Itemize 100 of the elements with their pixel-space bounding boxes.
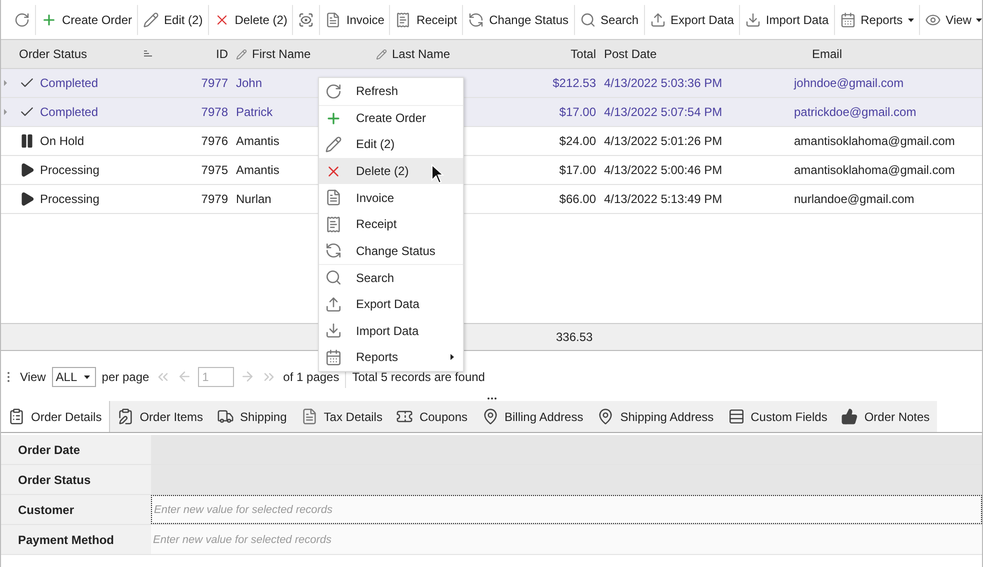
splitter-grip-icon[interactable] [486, 396, 496, 400]
per-page-select[interactable]: ALL [52, 366, 96, 386]
table-cell: 7975 [201, 163, 228, 177]
column-header[interactable]: First Name [252, 47, 311, 61]
table-cell: johndoe@gmail.com [794, 76, 904, 90]
table-cell: amantisoklahoma@gmail.com [794, 134, 955, 148]
toolbar-button[interactable]: Invoice [320, 4, 390, 34]
change-status-icon [468, 12, 484, 28]
grip-icon [7, 370, 10, 382]
per-page-label: per page [102, 370, 150, 384]
download-icon [324, 322, 342, 340]
preview-icon [298, 12, 314, 28]
next-page-icon[interactable] [240, 369, 256, 384]
toolbar-button[interactable]: Receipt [390, 4, 464, 34]
property-label: Order Status [1, 465, 151, 494]
pages-text: of 1 pages [283, 370, 340, 384]
toolbar-button[interactable]: View [920, 4, 983, 34]
download-icon [744, 12, 761, 28]
refresh-icon [324, 82, 342, 100]
table-cell: 4/13/2022 5:07:54 PM [604, 105, 722, 119]
menu-item[interactable]: Reports [319, 344, 463, 371]
toolbar-button[interactable]: Export Data [644, 4, 740, 34]
menu-item[interactable]: Invoice [319, 184, 463, 211]
receipt-icon [324, 216, 342, 233]
menu-item[interactable]: Change Status [319, 238, 463, 264]
sort-icon [144, 50, 154, 58]
tab[interactable]: Custom Fields [720, 401, 834, 432]
change-status-icon [324, 242, 342, 260]
table-cell: 4/13/2022 5:13:49 PM [604, 192, 722, 206]
toolbar-button[interactable]: Edit (2) [138, 4, 209, 34]
table-cell: $17.00 [559, 163, 596, 177]
table-cell: John [236, 76, 262, 90]
toolbar-button[interactable]: Import Data [740, 4, 835, 34]
table-cell: 7979 [201, 192, 228, 206]
toolbar-button[interactable]: Change Status [463, 4, 575, 34]
clipboard-icon [8, 408, 25, 425]
tab[interactable]: Tax Details [294, 401, 390, 432]
table-cell: $212.53 [552, 76, 596, 90]
tab[interactable]: Order Notes [834, 401, 937, 432]
column-header[interactable]: Post Date [604, 47, 657, 61]
upload-icon [650, 12, 666, 28]
fields-icon [728, 408, 745, 425]
tab[interactable]: Billing Address [474, 401, 590, 432]
column-header[interactable]: ID [216, 47, 228, 61]
tab[interactable]: Order Items [110, 401, 210, 432]
column-header[interactable]: Last Name [392, 47, 450, 61]
tab[interactable]: Shipping Address [590, 401, 721, 432]
table-cell: Amantis [236, 163, 280, 177]
menu-item[interactable]: Create Order [319, 104, 463, 132]
table-cell: 7976 [201, 134, 228, 148]
table-cell: $17.00 [559, 105, 596, 119]
toolbar-button[interactable]: Search [574, 4, 645, 34]
toolbar-button[interactable]: Create Order [36, 4, 138, 34]
previous-page-icon[interactable] [177, 369, 192, 384]
menu-item[interactable]: Search [319, 264, 463, 291]
table-cell: Nurlan [236, 192, 272, 206]
tab[interactable]: Coupons [389, 401, 474, 432]
menu-item[interactable]: Edit (2) [319, 131, 463, 158]
caret-icon [84, 374, 90, 380]
column-header[interactable]: Order Status [19, 47, 88, 61]
thumbs-up-icon [841, 408, 858, 425]
table-cell: $24.00 [559, 134, 596, 148]
menu-item[interactable]: Refresh [319, 78, 463, 105]
table-cell: On Hold [40, 134, 84, 148]
table-cell: nurlandoe@gmail.com [794, 192, 914, 206]
table-cell: Completed [40, 76, 98, 90]
menu-item[interactable]: Import Data [319, 317, 463, 344]
menu-item[interactable]: Delete (2) [319, 158, 463, 184]
map-pin-icon [482, 408, 498, 425]
table-cell: 4/13/2022 5:03:36 PM [604, 76, 722, 90]
property-label: Customer [1, 495, 151, 524]
play-icon [19, 162, 35, 178]
column-header[interactable]: Email [812, 47, 842, 61]
property-field[interactable]: Enter new value for selected records [151, 495, 982, 524]
truck-icon [217, 408, 234, 425]
tab[interactable]: Shipping [210, 401, 294, 432]
document-icon [324, 189, 342, 206]
table-cell: patrickdoe@gmail.com [794, 105, 916, 119]
ticket-icon [396, 408, 414, 425]
menu-item[interactable]: Export Data [319, 290, 463, 318]
column-header[interactable]: Total [570, 47, 596, 61]
play-icon [19, 191, 35, 207]
receipt-icon [395, 12, 412, 28]
table-cell: amantisoklahoma@gmail.com [794, 163, 955, 177]
mouse-cursor-icon [431, 164, 444, 184]
table-cell: Completed [40, 105, 98, 119]
table-cell: 7978 [201, 105, 228, 119]
document-icon [325, 12, 342, 28]
menu-item[interactable]: Receipt [319, 210, 463, 238]
summary-total: 336.53 [556, 330, 593, 344]
search-icon [324, 269, 342, 286]
table-cell: Amantis [236, 134, 280, 148]
toolbar-button[interactable]: Reports [834, 4, 920, 34]
property-field[interactable]: Enter new value for selected records [151, 525, 982, 554]
table-cell: Processing [40, 192, 100, 206]
property-label: Order Date [1, 435, 151, 464]
property-label: Payment Method [1, 525, 151, 554]
table-cell: 4/13/2022 5:01:26 PM [604, 134, 722, 148]
tab[interactable]: Order Details [1, 401, 110, 432]
toolbar-button[interactable]: Delete (2) [208, 4, 294, 34]
